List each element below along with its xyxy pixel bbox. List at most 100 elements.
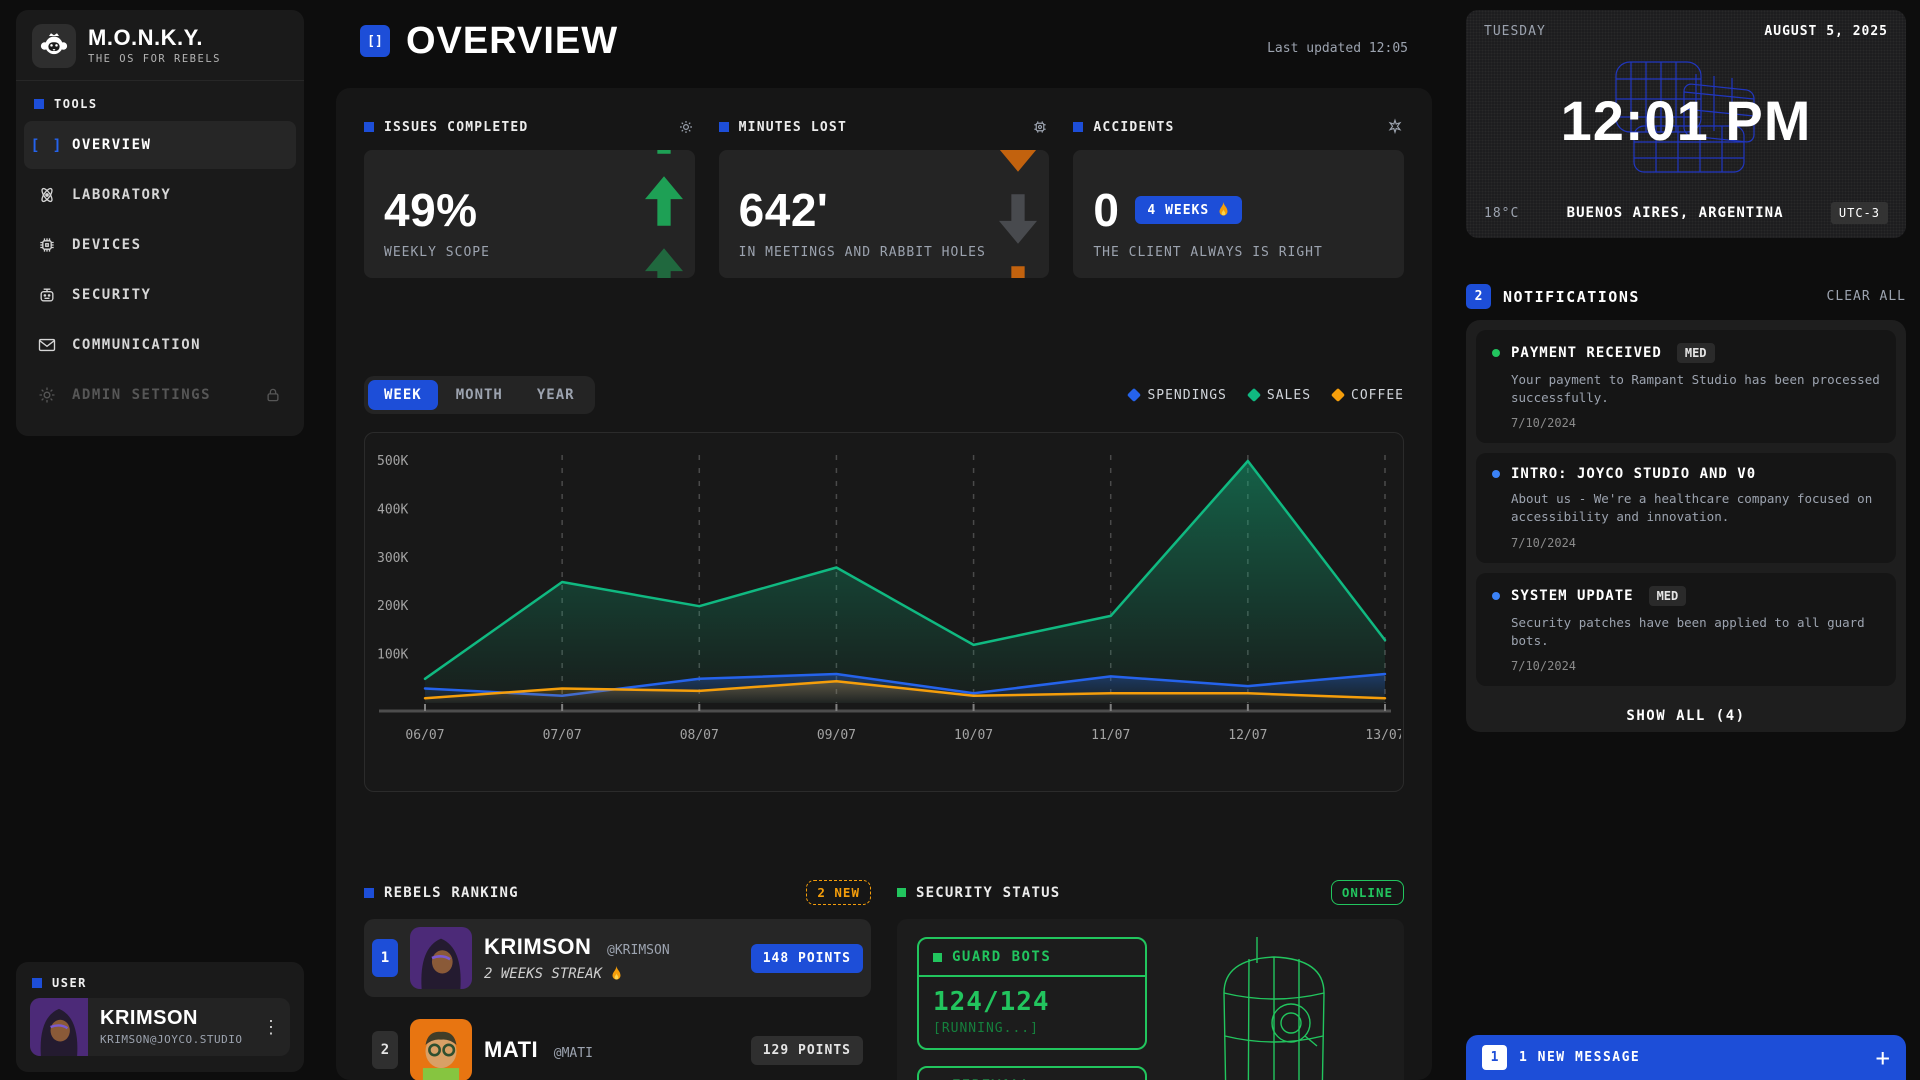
stats-row: ISSUES COMPLETED 49% WEEKLY SCOPE xyxy=(364,118,1404,278)
sidebar-item-communication[interactable]: COMMUNICATION xyxy=(24,321,296,369)
minutes-value: 642' xyxy=(739,187,1030,233)
trend-up-arrows-icon xyxy=(645,150,683,278)
user-section-label: USER xyxy=(30,972,290,990)
location: BUENOS AIRES, ARGENTINA xyxy=(1519,205,1831,221)
security-panel: GUARD BOTS 124/124 [RUNNING...] FIREWALL xyxy=(897,919,1404,1080)
spark-icon[interactable] xyxy=(1386,118,1404,136)
stat-issues-completed: ISSUES COMPLETED 49% WEEKLY SCOPE xyxy=(364,118,695,278)
chart-legend: SPENDINGS SALES COFFEE xyxy=(1129,388,1404,403)
lock-icon xyxy=(262,384,284,406)
points-badge: 148 POINTS xyxy=(751,944,863,973)
chart-canvas: 100K200K300K400K500K06/0707/0708/0709/07… xyxy=(369,445,1401,785)
tab-month[interactable]: MONTH xyxy=(440,380,519,410)
notification-body: Security patches have been applied to al… xyxy=(1511,614,1880,650)
blue-square-icon xyxy=(364,888,374,898)
new-message-bar[interactable]: 1 1 NEW MESSAGE + xyxy=(1466,1035,1906,1080)
last-updated: Last updated 12:05 xyxy=(1267,41,1408,60)
message-label: 1 NEW MESSAGE xyxy=(1519,1050,1640,1065)
svg-text:06/07: 06/07 xyxy=(405,728,444,743)
svg-text:11/07: 11/07 xyxy=(1091,728,1130,743)
rank-badge: 1 xyxy=(372,939,398,977)
mail-icon xyxy=(36,334,58,356)
diamond-icon xyxy=(1127,388,1141,402)
rank-name: MATI xyxy=(484,1037,538,1062)
sidebar-item-admin-settings: ADMIN SETTINGS xyxy=(24,371,296,419)
svg-text:07/07: 07/07 xyxy=(543,728,582,743)
sidebar-item-overview[interactable]: [ ] OVERVIEW xyxy=(24,121,296,169)
accidents-value: 0 xyxy=(1093,187,1119,233)
notification-date: 7/10/2024 xyxy=(1511,536,1880,550)
show-all-button[interactable]: SHOW ALL (4) xyxy=(1476,696,1896,730)
notification-date: 7/10/2024 xyxy=(1511,416,1880,430)
tab-year[interactable]: YEAR xyxy=(521,380,591,410)
tools-section-label: TOOLS xyxy=(16,81,304,119)
chip-gear-icon[interactable] xyxy=(1031,118,1049,136)
notification-body: Your payment to Rampant Studio has been … xyxy=(1511,371,1880,407)
accidents-caption: THE CLIENT ALWAYS IS RIGHT xyxy=(1093,245,1384,260)
rank-handle: @MATI xyxy=(554,1046,593,1061)
notifications-header: 2 NOTIFICATIONS CLEAR ALL xyxy=(1466,284,1906,309)
tab-week[interactable]: WEEK xyxy=(368,380,438,410)
points-badge: 129 POINTS xyxy=(751,1036,863,1065)
notification-system-update[interactable]: SYSTEM UPDATE MED Security patches have … xyxy=(1476,573,1896,686)
priority-badge: MED xyxy=(1649,586,1687,606)
range-tabs: WEEK MONTH YEAR xyxy=(364,376,595,414)
clear-all-button[interactable]: CLEAR ALL xyxy=(1827,289,1906,304)
stat-minutes-lost: MINUTES LOST 642' IN MEETINGS AND RABBIT… xyxy=(719,118,1050,278)
status-dot xyxy=(1492,470,1500,478)
new-count-badge: 2 NEW xyxy=(806,880,871,905)
notification-payment-received[interactable]: PAYMENT RECEIVED MED Your payment to Ram… xyxy=(1476,330,1896,443)
ranking-row-2[interactable]: 2 MATI @MATI 129 PO xyxy=(364,1011,871,1080)
svg-text:100K: 100K xyxy=(377,648,408,663)
gear-icon xyxy=(36,384,58,406)
priority-badge: MED xyxy=(1677,343,1715,363)
sidebar-item-security[interactable]: SECURITY xyxy=(24,271,296,319)
gear-icon[interactable] xyxy=(677,118,695,136)
clock-card: TUESDAY AUGUST 5, 2025 12:01 PM 18°C BUE… xyxy=(1466,10,1906,238)
security-status: SECURITY STATUS ONLINE GUARD BOTS 124/12… xyxy=(897,880,1404,1080)
legend-spendings: SPENDINGS xyxy=(1129,388,1226,403)
online-badge: ONLINE xyxy=(1331,880,1404,905)
sidebar-item-devices[interactable]: DEVICES xyxy=(24,221,296,269)
clock-time: 12:01 PM xyxy=(1561,88,1812,153)
weekday: TUESDAY xyxy=(1484,24,1546,39)
svg-text:200K: 200K xyxy=(377,599,408,614)
green-square-icon xyxy=(933,953,942,962)
svg-text:500K: 500K xyxy=(377,454,408,469)
issues-caption: WEEKLY SCOPE xyxy=(384,245,675,260)
user-menu-icon[interactable]: ⋮ xyxy=(262,1017,290,1038)
svg-text:13/07: 13/07 xyxy=(1365,728,1401,743)
overview-brackets-icon: [] xyxy=(360,25,390,57)
page-title: OVERVIEW xyxy=(406,22,618,60)
plus-icon[interactable]: + xyxy=(1876,1046,1890,1070)
svg-text:12/07: 12/07 xyxy=(1228,728,1267,743)
diamond-icon xyxy=(1331,388,1345,402)
flame-icon xyxy=(610,966,623,982)
main-header: [] OVERVIEW Last updated 12:05 xyxy=(360,22,1408,60)
ranking-row-1[interactable]: 1 KRIMSON @KRIMSON 2 WEEKS STREAK xyxy=(364,919,871,997)
blue-square-icon xyxy=(32,978,42,988)
avatar xyxy=(30,998,88,1056)
guard-bot-wireframe-icon xyxy=(1199,931,1349,1080)
sidebar-item-laboratory[interactable]: LABORATORY xyxy=(24,171,296,219)
monkey-logo-icon xyxy=(32,24,76,68)
svg-text:08/07: 08/07 xyxy=(680,728,719,743)
minutes-caption: IN MEETINGS AND RABBIT HOLES xyxy=(739,245,1030,260)
temperature: 18°C xyxy=(1484,206,1519,221)
issues-value: 49% xyxy=(384,187,675,233)
green-square-icon xyxy=(897,888,906,897)
notifications-title: NOTIFICATIONS xyxy=(1503,288,1640,306)
app-logo: M.O.N.K.Y. THE OS FOR REBELS xyxy=(16,10,304,80)
robot-icon xyxy=(36,284,58,306)
user-profile[interactable]: KRIMSON KRIMSON@JOYCO.STUDIO ⋮ xyxy=(30,998,290,1056)
blue-square-icon xyxy=(34,99,44,109)
area-chart: 100K200K300K400K500K06/0707/0708/0709/07… xyxy=(364,432,1404,792)
flame-icon xyxy=(1217,202,1230,218)
blue-square-icon xyxy=(719,122,729,132)
guard-bots-status: [RUNNING...] xyxy=(919,1021,1145,1048)
date: AUGUST 5, 2025 xyxy=(1764,24,1888,39)
guard-bots-value: 124/124 xyxy=(919,977,1145,1021)
notification-intro[interactable]: INTRO: JOYCO STUDIO AND V0 About us - We… xyxy=(1476,453,1896,562)
blue-square-icon xyxy=(364,122,374,132)
chip-icon xyxy=(36,234,58,256)
